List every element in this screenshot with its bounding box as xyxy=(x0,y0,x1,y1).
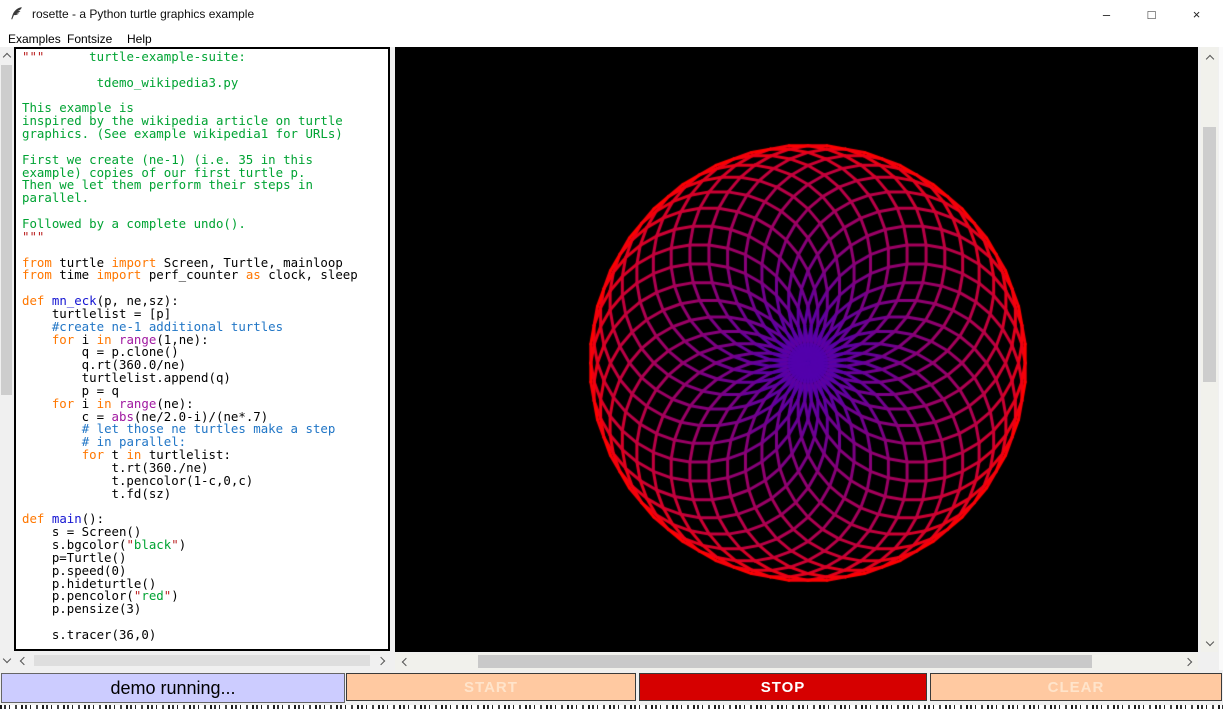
start-button[interactable]: START xyxy=(346,673,636,701)
stop-button[interactable]: STOP xyxy=(639,673,927,701)
code-hscrollbar[interactable] xyxy=(14,653,390,668)
scroll-up-icon[interactable] xyxy=(0,50,13,63)
code-hscroll-thumb[interactable] xyxy=(34,655,370,666)
canvas-hscrollbar[interactable] xyxy=(395,653,1198,670)
canvas-scroll-left-icon[interactable] xyxy=(399,655,412,668)
scroll-down-icon[interactable] xyxy=(0,652,13,665)
close-button[interactable]: × xyxy=(1174,0,1219,28)
canvas-vscroll-thumb[interactable] xyxy=(1203,127,1216,382)
menu-examples[interactable]: Examples xyxy=(4,30,65,48)
canvas-scroll-down-icon[interactable] xyxy=(1203,635,1216,648)
code-text[interactable]: """ turtle-example-suite: tdemo_wikipedi… xyxy=(14,47,390,651)
right-edge-sliver xyxy=(1219,47,1223,670)
maximize-button[interactable]: □ xyxy=(1129,0,1174,28)
tk-feather-icon xyxy=(9,6,24,21)
canvas-vscrollbar[interactable] xyxy=(1201,47,1218,652)
code-vscroll-thumb[interactable] xyxy=(1,65,12,395)
scroll-left-icon[interactable] xyxy=(17,654,30,667)
window-title: rosette - a Python turtle graphics examp… xyxy=(32,7,254,21)
code-vscrollbar[interactable] xyxy=(0,47,13,668)
clear-button[interactable]: CLEAR xyxy=(930,673,1222,701)
status-message: demo running... xyxy=(1,673,345,703)
canvas-scroll-right-icon[interactable] xyxy=(1181,655,1194,668)
canvas-scroll-up-icon[interactable] xyxy=(1203,52,1216,65)
menu-bar: Examples Fontsize Help xyxy=(0,28,1223,47)
demo-control-row: demo running... START STOP CLEAR xyxy=(0,672,1223,704)
title-bar: rosette - a Python turtle graphics examp… xyxy=(0,0,1223,28)
minimize-button[interactable]: – xyxy=(1084,0,1129,28)
menu-fontsize[interactable]: Fontsize xyxy=(63,30,116,48)
canvas-hscroll-thumb[interactable] xyxy=(478,655,1092,668)
menu-help[interactable]: Help xyxy=(123,30,156,48)
background-window-sliver xyxy=(0,705,1223,709)
window-controls: – □ × xyxy=(1084,0,1219,28)
code-lines: """ turtle-example-suite: tdemo_wikipedi… xyxy=(16,49,388,651)
rosette-drawing xyxy=(395,47,1198,652)
turtle-canvas-area xyxy=(395,47,1198,652)
scroll-right-icon[interactable] xyxy=(374,654,387,667)
